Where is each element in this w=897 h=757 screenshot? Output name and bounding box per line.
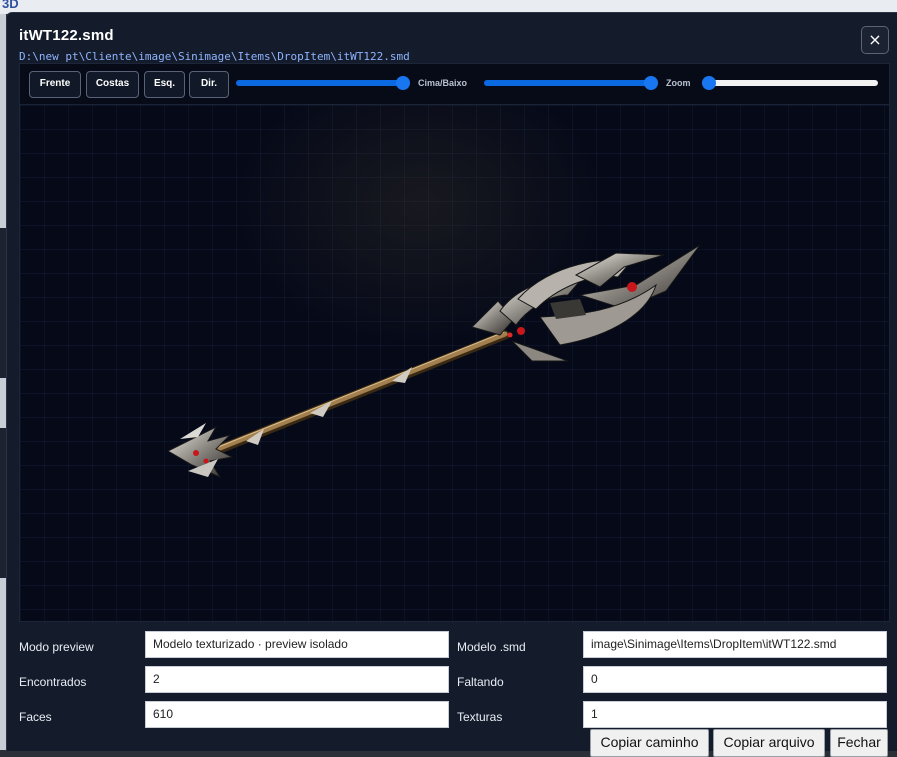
zoom-slider-thumb[interactable] [702,76,716,90]
weapon-model-render [166,244,701,479]
updown-label: Cima/Baixo [418,78,468,88]
encontrados-label: Encontrados [19,675,87,689]
modelo-smd-label: Modelo .smd [457,640,526,654]
file-path: D:\new pt\Cliente\image\Sinimage\Items\D… [19,50,410,63]
fechar-button[interactable]: Fechar [830,729,888,757]
rotation-slider-track [236,80,410,86]
copy-path-button[interactable]: Copiar caminho [590,729,709,757]
faces-field[interactable]: 610 [145,701,449,728]
rotation-slider-thumb[interactable] [396,76,410,90]
view-front-button[interactable]: Frente [29,71,81,98]
modo-preview-field[interactable]: Modelo texturizado · preview isolado [145,631,449,658]
copy-file-button[interactable]: Copiar arquivo [713,729,825,757]
view-back-button[interactable]: Costas [86,71,139,98]
close-button[interactable]: × [861,26,889,54]
view-left-button[interactable]: Esq. [144,71,185,98]
view-right-button[interactable]: Dir. [189,71,229,98]
dialog-title: itWT122.smd [19,27,114,44]
texturas-label: Texturas [457,710,503,724]
weapon-blade-head [471,244,701,362]
model-viewer: Frente Costas Esq. Dir. Cima/Baixo Zoom [19,63,890,622]
faltando-label: Faltando [457,675,504,689]
zoom-label: Zoom [666,78,691,88]
zoom-slider-track [702,80,878,86]
zoom-slider[interactable] [702,76,878,90]
encontrados-field[interactable]: 2 [145,666,449,693]
weapon-shaft [200,330,510,460]
model-preview-dialog: itWT122.smd D:\new pt\Cliente\image\Sini… [6,12,897,757]
modo-preview-label: Modo preview [19,640,94,654]
updown-slider-thumb[interactable] [644,76,658,90]
texturas-field[interactable]: 1 [583,701,887,728]
model-canvas[interactable] [20,105,889,621]
faltando-field[interactable]: 0 [583,666,887,693]
updown-slider-track [484,80,658,86]
rotation-slider[interactable] [236,76,410,90]
background-header-text: 3D [2,0,19,11]
faces-label: Faces [19,710,52,724]
viewer-toolbar: Frente Costas Esq. Dir. Cima/Baixo Zoom [20,64,889,105]
updown-slider[interactable] [484,76,658,90]
close-icon: × [868,30,882,49]
modelo-smd-field[interactable]: image\Sinimage\Items\DropItem\itWT122.sm… [583,631,887,658]
